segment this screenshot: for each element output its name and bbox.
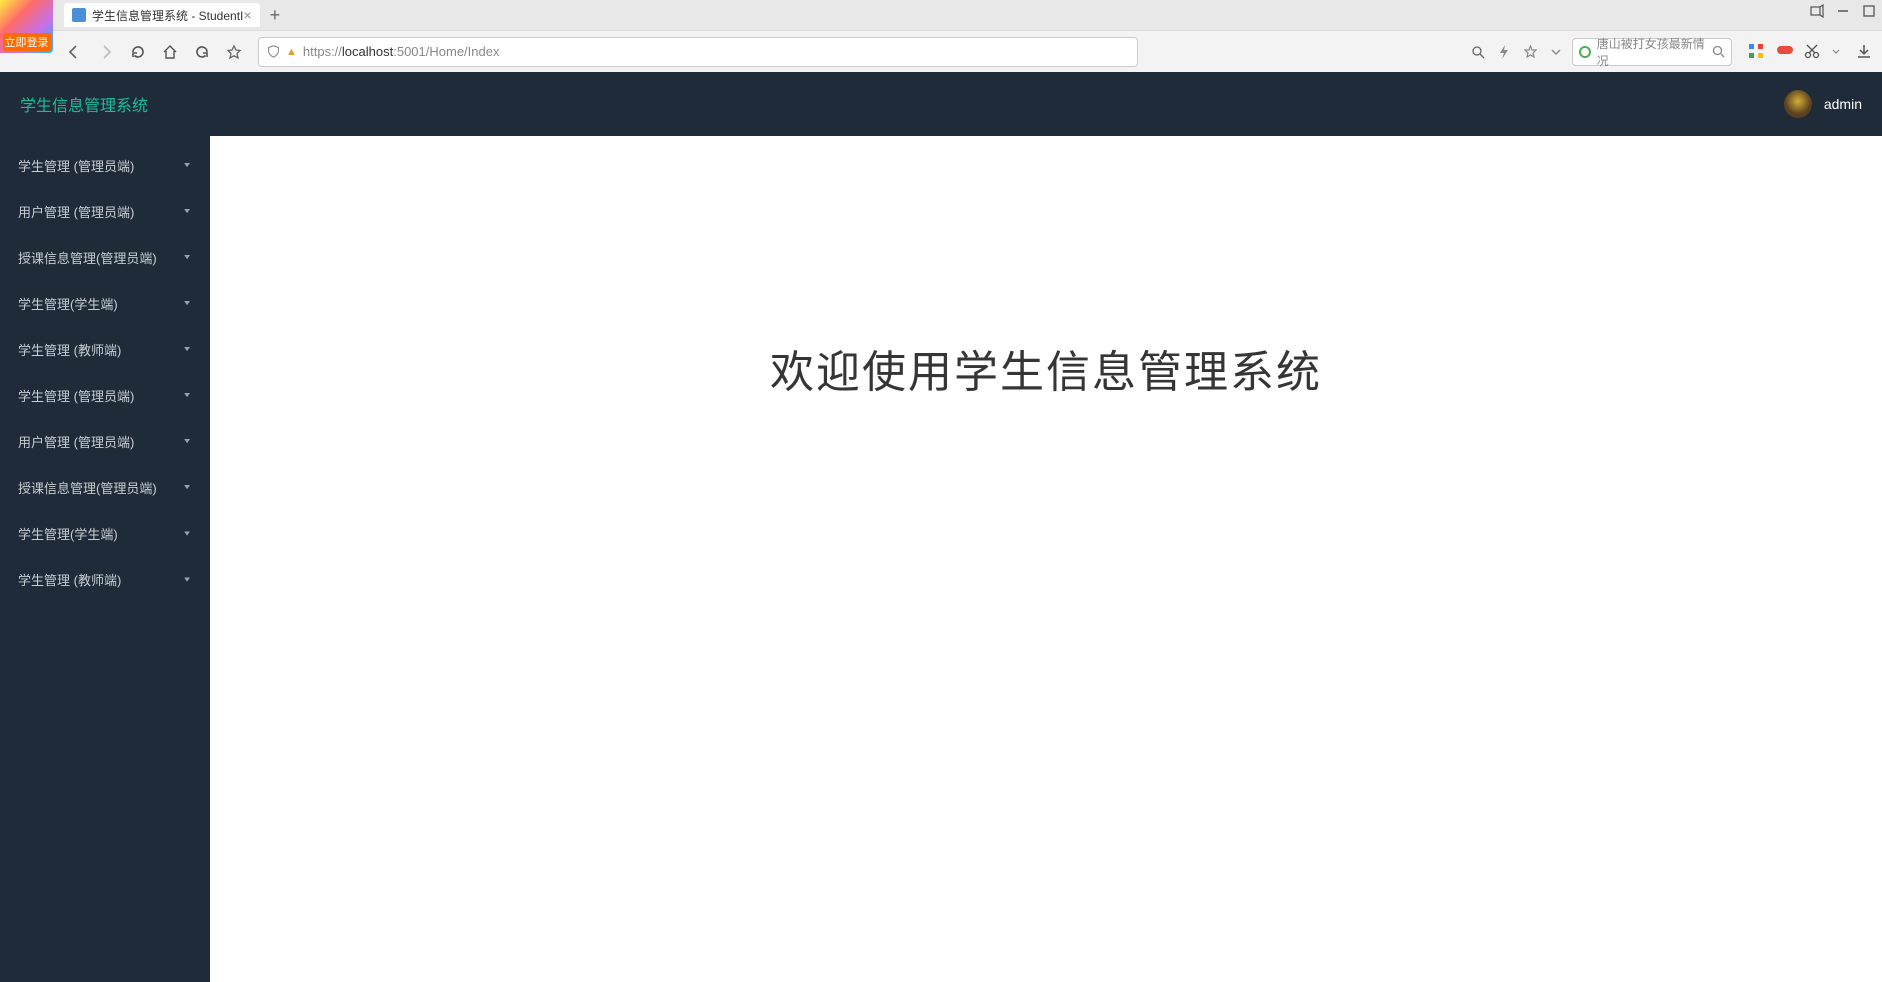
app-header: 学生信息管理系统 admin	[0, 72, 1882, 136]
chevron-down-icon: ▼	[182, 391, 192, 399]
maximize-icon[interactable]	[1862, 4, 1876, 18]
sidebar-item-label: 授课信息管理(管理员端)	[18, 248, 157, 267]
grid-apps-icon[interactable]	[1748, 43, 1766, 61]
tab-close-icon[interactable]: ×	[243, 7, 251, 23]
address-right-tools: 唐山被打女孩最新情况	[1468, 38, 1874, 66]
sidebar-item-student-admin[interactable]: 学生管理 (管理员端) ▼	[0, 142, 210, 188]
content-row: 学生管理 (管理员端) ▼ 用户管理 (管理员端) ▼ 授课信息管理(管理员端)…	[0, 136, 1882, 982]
shield-icon	[267, 45, 280, 58]
star-small-icon[interactable]	[1520, 42, 1540, 62]
chevron-down-icon: ▼	[182, 299, 192, 307]
sidebar-item-student-teacher[interactable]: 学生管理 (教师端) ▼	[0, 326, 210, 372]
sidebar-item-label: 学生管理(学生端)	[18, 294, 118, 313]
app-title[interactable]: 学生信息管理系统	[20, 92, 148, 116]
reload-button[interactable]	[124, 38, 152, 66]
scissors-icon[interactable]	[1804, 43, 1822, 61]
dropdown-small-icon[interactable]	[1826, 42, 1846, 62]
address-bar: ▲ https://localhost:5001/Home/Index 唐山被打…	[0, 30, 1882, 72]
zoom-icon[interactable]	[1468, 42, 1488, 62]
favorite-button[interactable]	[220, 38, 248, 66]
sidebar-item-label: 用户管理 (管理员端)	[18, 432, 134, 451]
tab-title: 学生信息管理系统 - StudentI	[92, 7, 243, 24]
chevron-down-icon: ▼	[182, 161, 192, 169]
chevron-down-icon: ▼	[182, 437, 192, 445]
sidebar-item-label: 学生管理 (教师端)	[18, 340, 121, 359]
sidebar-item-label: 学生管理(学生端)	[18, 524, 118, 543]
username-label: admin	[1824, 96, 1862, 112]
back-button[interactable]	[60, 38, 88, 66]
url-text: https://localhost:5001/Home/Index	[303, 44, 500, 59]
search-engine-icon	[1579, 46, 1591, 58]
chevron-down-icon[interactable]	[1546, 42, 1566, 62]
sidebar: 学生管理 (管理员端) ▼ 用户管理 (管理员端) ▼ 授课信息管理(管理员端)…	[0, 136, 210, 982]
chevron-down-icon: ▼	[182, 483, 192, 491]
login-badge[interactable]: 立即登录	[3, 33, 51, 51]
sidebar-item-student-student-2[interactable]: 学生管理(学生端) ▼	[0, 510, 210, 556]
gamepad-icon[interactable]	[1776, 43, 1794, 61]
sidebar-item-label: 用户管理 (管理员端)	[18, 202, 134, 221]
undo-reload-icon[interactable]	[188, 38, 216, 66]
sidebar-item-label: 学生管理 (管理员端)	[18, 156, 134, 175]
browser-search-box[interactable]: 唐山被打女孩最新情况	[1572, 38, 1732, 66]
chevron-down-icon: ▼	[182, 529, 192, 537]
url-input[interactable]: ▲ https://localhost:5001/Home/Index	[258, 37, 1138, 67]
lock-warning-icon: ▲	[286, 46, 297, 58]
chevron-down-icon: ▼	[182, 253, 192, 261]
sidebar-item-student-teacher-2[interactable]: 学生管理 (教师端) ▼	[0, 556, 210, 602]
flash-icon[interactable]	[1494, 42, 1514, 62]
sidebar-item-label: 学生管理 (管理员端)	[18, 386, 134, 405]
sidebar-item-label: 学生管理 (教师端)	[18, 570, 121, 589]
tab-strip: 学生信息管理系统 - StudentI × +	[0, 0, 1882, 30]
browser-logo[interactable]: 立即登录	[0, 0, 53, 53]
chevron-down-icon: ▼	[182, 345, 192, 353]
welcome-heading: 欢迎使用学生信息管理系统	[770, 336, 1322, 982]
sidebar-item-course-admin[interactable]: 授课信息管理(管理员端) ▼	[0, 234, 210, 280]
forward-button[interactable]	[92, 38, 120, 66]
home-button[interactable]	[156, 38, 184, 66]
sidebar-item-user-admin[interactable]: 用户管理 (管理员端) ▼	[0, 188, 210, 234]
browser-chrome: 立即登录 学生信息管理系统 - StudentI × +	[0, 0, 1882, 72]
browser-tab[interactable]: 学生信息管理系统 - StudentI ×	[64, 3, 260, 27]
minimize-icon[interactable]	[1836, 4, 1850, 18]
sidebar-item-student-student[interactable]: 学生管理(学生端) ▼	[0, 280, 210, 326]
avatar	[1784, 90, 1812, 118]
download-icon[interactable]	[1856, 43, 1874, 61]
sidebar-item-user-admin-2[interactable]: 用户管理 (管理员端) ▼	[0, 418, 210, 464]
search-icon	[1712, 45, 1725, 58]
new-tab-button[interactable]: +	[270, 5, 281, 26]
sidebar-item-course-admin-2[interactable]: 授课信息管理(管理员端) ▼	[0, 464, 210, 510]
search-placeholder: 唐山被打女孩最新情况	[1597, 35, 1712, 69]
main-content: 欢迎使用学生信息管理系统	[210, 136, 1882, 982]
extensions	[1748, 42, 1874, 62]
window-controls	[1810, 4, 1876, 18]
user-area[interactable]: admin	[1784, 90, 1862, 118]
screenshot-icon[interactable]	[1810, 4, 1824, 18]
tab-favicon-icon	[72, 8, 86, 22]
chevron-down-icon: ▼	[182, 207, 192, 215]
sidebar-item-label: 授课信息管理(管理员端)	[18, 478, 157, 497]
chevron-down-icon: ▼	[182, 575, 192, 583]
sidebar-item-student-admin-2[interactable]: 学生管理 (管理员端) ▼	[0, 372, 210, 418]
